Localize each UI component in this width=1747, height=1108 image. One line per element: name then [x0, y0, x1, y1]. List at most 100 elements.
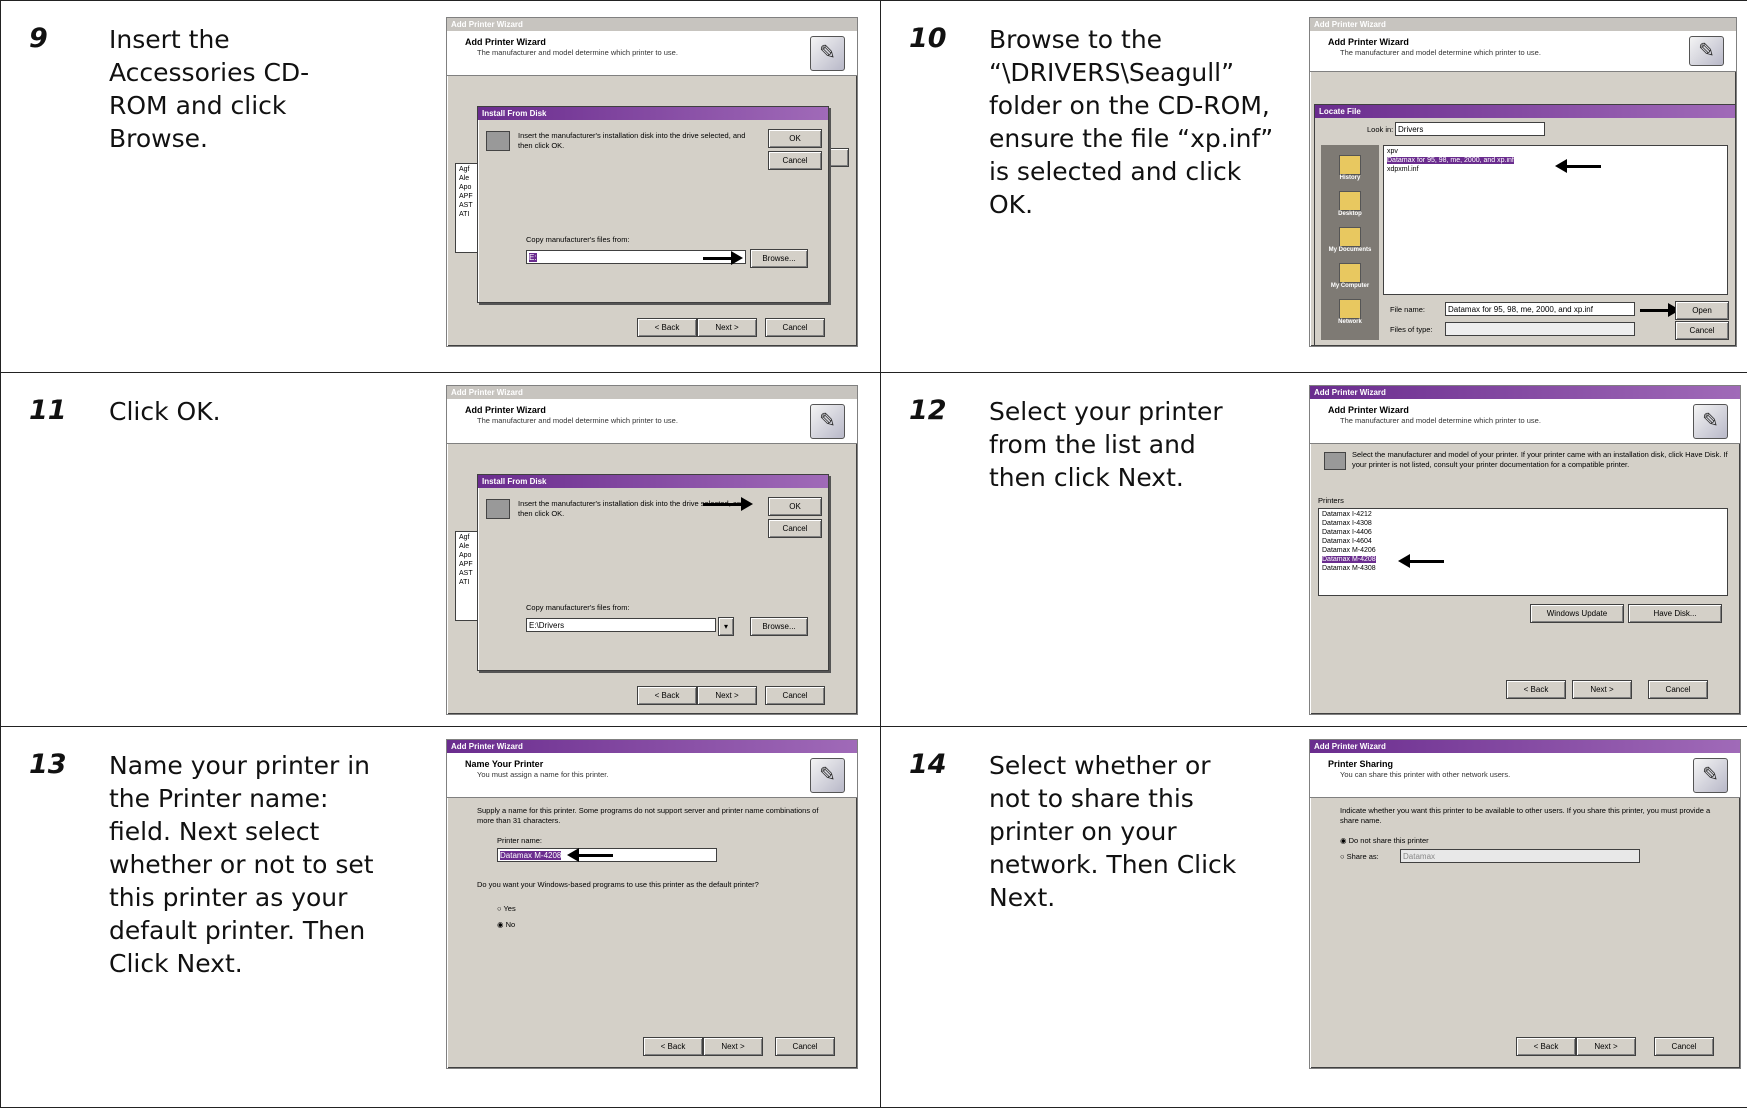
browse-button[interactable]: Browse...	[750, 617, 808, 636]
no-share-radio[interactable]: ◉ Do not share this printer	[1340, 836, 1429, 846]
browse-button[interactable]: Browse...	[750, 249, 808, 268]
step-text: Select your printer from the list and th…	[989, 395, 1249, 494]
network-place[interactable]: Network	[1321, 299, 1379, 325]
back-button[interactable]: < Back	[637, 318, 697, 337]
wizard-header: Printer Sharing	[1328, 759, 1393, 769]
dialog-title: Add Printer Wizard	[1310, 18, 1736, 31]
cancel-button[interactable]: Cancel	[1648, 680, 1708, 699]
wizard-subtitle: The manufacturer and model determine whi…	[1340, 48, 1541, 57]
instruction-table: 9 Insert the Accessories CD-ROM and clic…	[0, 0, 1747, 1108]
step-text: Browse to the “\DRIVERS\Seagull” folder …	[989, 23, 1289, 221]
ok-button[interactable]: OK	[768, 129, 822, 148]
step-9-cell: 9 Insert the Accessories CD-ROM and clic…	[1, 1, 881, 373]
no-radio[interactable]: ◉ No	[497, 920, 515, 930]
cancel-button[interactable]: Cancel	[1675, 321, 1729, 340]
select-message: Select the manufacturer and model of you…	[1352, 450, 1732, 470]
screenshot-install-from-disk-browse: Add Printer Wizard Add Printer Wizard Th…	[446, 17, 858, 347]
pointer-arrow	[577, 854, 613, 857]
printer-item[interactable]: Datamax M-4308	[1322, 564, 1724, 573]
printer-item[interactable]: Datamax I-4406	[1322, 528, 1724, 537]
places-bar: History Desktop My Documents My Computer…	[1321, 145, 1379, 340]
path-field[interactable]: E:\Drivers	[526, 618, 716, 632]
step-10-cell: 10 Browse to the “\DRIVERS\Seagull” fold…	[881, 1, 1747, 373]
step-number: 11	[29, 395, 67, 426]
install-message: Insert the manufacturer's installation d…	[518, 499, 748, 519]
documents-place[interactable]: My Documents	[1321, 227, 1379, 253]
next-button[interactable]: Next >	[697, 686, 757, 705]
pointer-arrow	[1640, 309, 1670, 312]
printer-item-selected[interactable]: Datamax M-4208	[1322, 556, 1376, 563]
copy-files-label: Copy manufacturer's files from:	[526, 235, 630, 245]
back-button[interactable]: < Back	[637, 686, 697, 705]
printer-wizard-icon: ✎	[810, 404, 845, 439]
printer-list[interactable]: Datamax I-4212 Datamax I-4308 Datamax I-…	[1318, 508, 1728, 596]
file-name-label: File name:	[1390, 305, 1425, 315]
path-field[interactable]: E:	[529, 253, 537, 262]
wizard-subtitle: You must assign a name for this printer.	[477, 770, 608, 779]
dialog-title: Add Printer Wizard	[1310, 386, 1740, 399]
step-number: 14	[909, 749, 947, 780]
share-message: Indicate whether you want this printer t…	[1340, 806, 1720, 826]
wizard-subtitle: The manufacturer and model determine whi…	[477, 48, 678, 57]
history-place[interactable]: History	[1321, 155, 1379, 181]
cancel-button[interactable]: Cancel	[775, 1037, 835, 1056]
computer-place[interactable]: My Computer	[1321, 263, 1379, 289]
printer-name-label: Printer name:	[497, 836, 542, 846]
wizard-header: Add Printer Wizard	[1328, 405, 1409, 415]
next-button[interactable]: Next >	[703, 1037, 763, 1056]
open-button[interactable]: Open	[1675, 301, 1729, 320]
printer-wizard-icon: ✎	[810, 36, 845, 71]
step-text: Click OK.	[109, 395, 354, 428]
have-disk-button[interactable]: Have Disk...	[1628, 604, 1722, 623]
printer-item[interactable]: Datamax I-4212	[1322, 510, 1724, 519]
cancel-button[interactable]: Cancel	[765, 318, 825, 337]
path-dropdown-arrow[interactable]: ▾	[718, 617, 734, 636]
desktop-place[interactable]: Desktop	[1321, 191, 1379, 217]
share-name-field[interactable]: Datamax	[1400, 849, 1640, 863]
pointer-arrow	[703, 257, 733, 260]
cancel-button[interactable]: Cancel	[765, 686, 825, 705]
file-name-field[interactable]: Datamax for 95, 98, me, 2000, and xp.inf	[1445, 302, 1635, 316]
disk-icon	[486, 499, 510, 519]
next-button[interactable]: Next >	[697, 318, 757, 337]
wizard-header: Name Your Printer	[465, 759, 543, 769]
step-text: Insert the Accessories CD-ROM and click …	[109, 23, 354, 155]
files-of-type-select[interactable]	[1445, 322, 1635, 336]
step-number: 10	[909, 23, 947, 54]
step-text: Select whether or not to share this prin…	[989, 749, 1259, 914]
disk-icon	[486, 131, 510, 151]
printer-wizard-icon: ✎	[1693, 758, 1728, 793]
printers-label: Printers	[1318, 496, 1344, 506]
printer-wizard-icon: ✎	[1693, 404, 1728, 439]
next-button[interactable]: Next >	[1576, 1037, 1636, 1056]
share-as-radio[interactable]: ○ Share as:	[1340, 852, 1379, 862]
printer-name-field[interactable]: Datamax M-4208	[500, 851, 561, 860]
cancel-button[interactable]: Cancel	[768, 151, 822, 170]
default-question: Do you want your Windows-based programs …	[477, 880, 857, 890]
screenshot-locate-file: Add Printer Wizard Add Printer Wizard Th…	[1309, 17, 1737, 347]
printer-item[interactable]: Datamax I-4604	[1322, 537, 1724, 546]
cancel-button[interactable]: Cancel	[768, 519, 822, 538]
copy-files-label: Copy manufacturer's files from:	[526, 603, 630, 613]
wizard-subtitle: The manufacturer and model determine whi…	[477, 416, 678, 425]
printer-item[interactable]: Datamax M-4206	[1322, 546, 1724, 555]
install-dialog-title: Install From Disk	[478, 107, 828, 120]
next-button[interactable]: Next >	[1572, 680, 1632, 699]
back-button[interactable]: < Back	[643, 1037, 703, 1056]
pointer-arrow	[1565, 165, 1601, 168]
step-number: 13	[29, 749, 67, 780]
file-item-selected[interactable]: Datamax for 95, 98, me, 2000, and xp.inf	[1387, 157, 1514, 164]
step-number: 12	[909, 395, 947, 426]
ok-button[interactable]: OK	[768, 497, 822, 516]
cancel-button[interactable]: Cancel	[1654, 1037, 1714, 1056]
yes-radio[interactable]: ○ Yes	[497, 904, 516, 914]
look-in-select[interactable]: Drivers	[1395, 122, 1545, 136]
install-from-disk-dialog: Install From Disk Insert the manufacture…	[477, 474, 829, 671]
files-of-type-label: Files of type:	[1390, 325, 1433, 335]
back-button[interactable]: < Back	[1506, 680, 1566, 699]
back-button[interactable]: < Back	[1516, 1037, 1576, 1056]
dialog-title: Add Printer Wizard	[447, 386, 857, 399]
wizard-subtitle: The manufacturer and model determine whi…	[1340, 416, 1541, 425]
windows-update-button[interactable]: Windows Update	[1530, 604, 1624, 623]
printer-item[interactable]: Datamax I-4308	[1322, 519, 1724, 528]
